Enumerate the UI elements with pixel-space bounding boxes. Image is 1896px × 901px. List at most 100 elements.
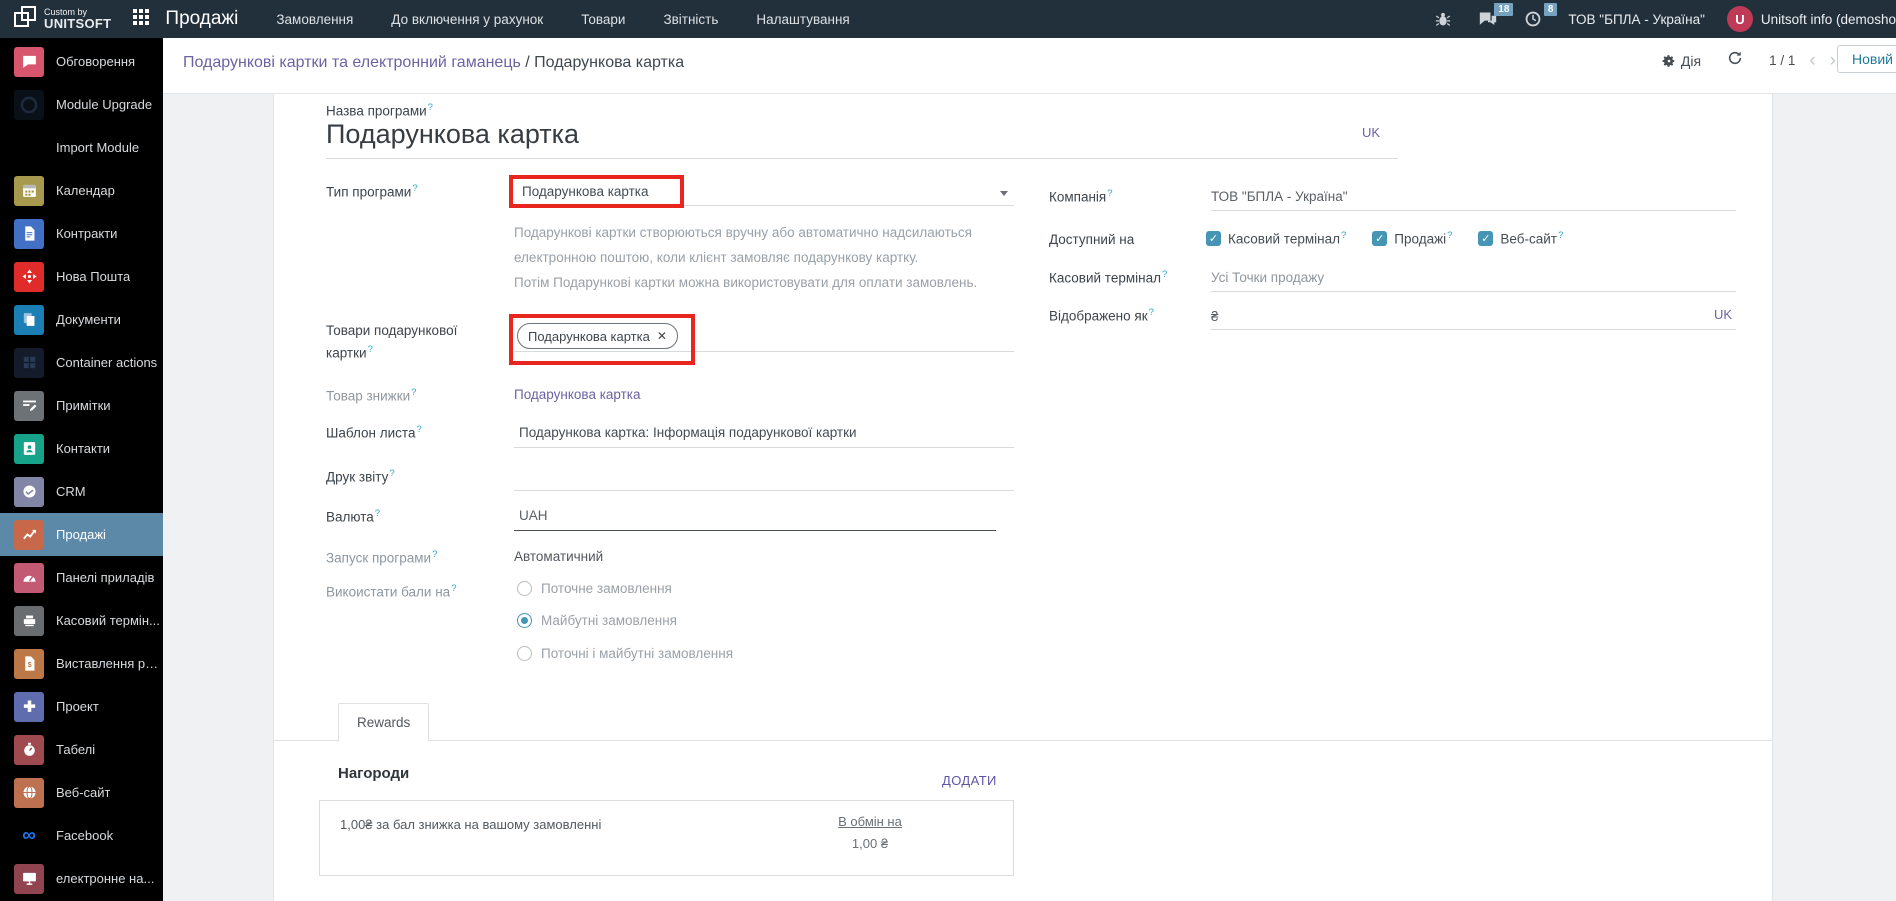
tab-rewards[interactable]: Rewards <box>338 703 430 742</box>
menu-settings[interactable]: Налаштування <box>756 12 849 27</box>
tag-remove-icon[interactable]: ✕ <box>657 329 667 343</box>
dropdown-caret-icon[interactable] <box>1000 191 1008 196</box>
rewards-section-title: Нагороди <box>338 765 410 782</box>
program-name-input[interactable]: Подарункова картка <box>326 119 579 150</box>
reward-card[interactable]: 1,00₴ за бал знижка на вашому замовленні… <box>319 800 1014 876</box>
company-switcher[interactable]: ТОВ "БПЛА - Україна" <box>1568 12 1705 27</box>
program-launch-label: Запуск програми? <box>326 549 438 566</box>
activities-badge: 8 <box>1543 3 1558 16</box>
sidebar-item-crm[interactable]: CRM <box>0 470 163 513</box>
sidebar-item-dashboards[interactable]: Панелі приладів <box>0 556 163 599</box>
checkbox-pos[interactable]: ✓ Касовий термінал? <box>1206 230 1346 247</box>
radio-icon[interactable] <box>517 646 532 661</box>
pager-next-icon[interactable]: › <box>1830 51 1836 70</box>
top-bar: Custom by UNITSOFT Продажі Замовлення До… <box>0 0 1896 38</box>
import-module-icon <box>14 133 44 163</box>
sales-chart-icon <box>14 519 44 550</box>
user-name: Unitsoft info (demosho <box>1760 11 1896 27</box>
sidebar-item-contacts[interactable]: Контакти <box>0 427 163 470</box>
messages-icon[interactable]: 18 <box>1478 3 1514 28</box>
main-content: Назва програми? Подарункова картка UK Ти… <box>163 93 1896 901</box>
gauge-icon <box>14 562 44 593</box>
svg-text:$: $ <box>27 661 31 669</box>
nova-poshta-icon <box>14 261 44 292</box>
crm-handshake-icon <box>14 476 44 507</box>
project-puzzle-icon <box>14 691 44 722</box>
breadcrumb-current: Подарункова картка <box>534 54 685 71</box>
menu-to-invoice[interactable]: До включення у рахунок <box>391 12 543 27</box>
globe-icon <box>14 777 44 808</box>
menu-products[interactable]: Товари <box>581 12 625 27</box>
pos-input[interactable]: Усі Точки продажу <box>1211 270 1324 285</box>
discount-product-link[interactable]: Подарункова картка <box>514 387 641 402</box>
sidebar-item-module-upgrade[interactable]: Module Upgrade <box>0 83 163 126</box>
displayed-as-label: Відображено як? <box>1049 307 1154 324</box>
name-lang-badge[interactable]: UK <box>1362 125 1380 140</box>
program-type-select[interactable]: Подарункова картка <box>522 184 649 199</box>
radio-current-order[interactable]: Поточне замовлення <box>517 581 672 596</box>
sidebar-item-project[interactable]: Проект <box>0 685 163 728</box>
breadcrumb: Подарункові картки та електронний гамане… <box>183 54 684 72</box>
sidebar-item-import-module[interactable]: Import Module <box>0 126 163 169</box>
sidebar-item-timesheets[interactable]: Табелі <box>0 728 163 771</box>
reward-in-exchange-link[interactable]: В обмін на <box>825 814 915 829</box>
radio-current-and-future-orders[interactable]: Поточні і майбутні замовлення <box>517 646 733 661</box>
calendar-icon <box>14 175 44 206</box>
sidebar-item-container-actions[interactable]: Container actions <box>0 341 163 384</box>
chat-bubble-icon <box>14 46 44 77</box>
sidebar-item-invoicing[interactable]: $ Виставлення ра... <box>0 642 163 685</box>
sidebar-item-pos[interactable]: Касовий термін... <box>0 599 163 642</box>
gift-card-product-tag[interactable]: Подарункова картка ✕ <box>517 323 678 349</box>
sidebar-item-nova-poshta[interactable]: Нова Пошта <box>0 255 163 298</box>
pager-prev-icon[interactable]: ‹ <box>1809 51 1815 70</box>
menu-orders[interactable]: Замовлення <box>276 12 353 27</box>
user-menu[interactable]: U Unitsoft info (demosho <box>1726 6 1896 32</box>
sidebar-item-documents[interactable]: Документи <box>0 298 163 341</box>
gift-card-products-label: Товари подарункової картки? <box>326 323 458 361</box>
unitsoft-logo-icon <box>12 4 38 35</box>
radio-icon[interactable] <box>517 581 532 596</box>
messages-badge: 18 <box>1494 3 1514 16</box>
form-sheet: Назва програми? Подарункова картка UK Ти… <box>273 93 1773 901</box>
avatar: U <box>1726 6 1753 32</box>
add-reward-button[interactable]: ДОДАТИ <box>942 773 997 788</box>
activities-clock-icon[interactable]: 8 <box>1524 3 1558 28</box>
contacts-book-icon <box>14 433 44 464</box>
reward-cost: 1,00 ₴ <box>851 836 889 851</box>
sidebar-item-calendar[interactable]: Календар <box>0 169 163 212</box>
checkbox-checked-icon[interactable]: ✓ <box>1206 230 1221 246</box>
displayed-as-input[interactable]: ₴ <box>1211 309 1219 324</box>
menu-reporting[interactable]: Звітність <box>663 12 718 27</box>
debug-bug-icon[interactable] <box>1434 10 1452 28</box>
current-app-name[interactable]: Продажі <box>165 8 238 30</box>
sidebar-item-contracts[interactable]: Контракти <box>0 212 163 255</box>
sidebar-item-notes[interactable]: Примітки <box>0 384 163 427</box>
program-launch-value: Автоматичний <box>514 549 604 564</box>
breadcrumb-parent-link[interactable]: Подарункові картки та електронний гамане… <box>183 54 521 71</box>
logo-brand: UNITSOFT <box>44 16 112 31</box>
contract-document-icon <box>14 218 44 249</box>
action-menu-button[interactable]: Дія <box>1662 53 1701 69</box>
company-input[interactable]: ТОВ "БПЛА - Україна" <box>1211 189 1348 204</box>
refresh-icon[interactable] <box>1727 50 1743 71</box>
mail-template-label: Шаблон листа? <box>326 424 422 441</box>
checkbox-checked-icon[interactable]: ✓ <box>1478 230 1494 246</box>
apps-grid-icon[interactable] <box>133 8 150 30</box>
sidebar-item-website[interactable]: Веб-сайт <box>0 771 163 814</box>
checkbox-sales[interactable]: ✓ Продажі? <box>1372 230 1452 247</box>
checkbox-checked-icon[interactable]: ✓ <box>1372 230 1388 246</box>
sidebar-item-discuss[interactable]: Обговорення <box>0 40 163 83</box>
mail-template-select[interactable]: Подарункова картка: Інформація подарунко… <box>519 425 857 440</box>
checkbox-website[interactable]: ✓ Веб-сайт? <box>1478 230 1563 247</box>
available-on-group: ✓ Касовий термінал? ✓ Продажі? ✓ Веб-сай… <box>1206 230 1563 247</box>
use-points-label: Викоистати бали на? <box>326 583 457 600</box>
displayed-as-lang-badge[interactable]: UK <box>1714 307 1732 322</box>
unitsoft-logo[interactable]: Custom by UNITSOFT <box>12 4 111 35</box>
sidebar-item-sales[interactable]: Продажі <box>0 513 163 556</box>
radio-future-orders[interactable]: Майбутні замовлення <box>517 613 677 628</box>
radio-selected-icon[interactable] <box>517 613 532 628</box>
currency-input[interactable]: UAH <box>519 508 548 523</box>
sidebar-item-facebook[interactable]: ∞ Facebook <box>0 814 163 857</box>
new-record-button[interactable]: Новий <box>1837 45 1896 73</box>
sidebar-item-elearning[interactable]: електронне на... <box>0 857 163 900</box>
